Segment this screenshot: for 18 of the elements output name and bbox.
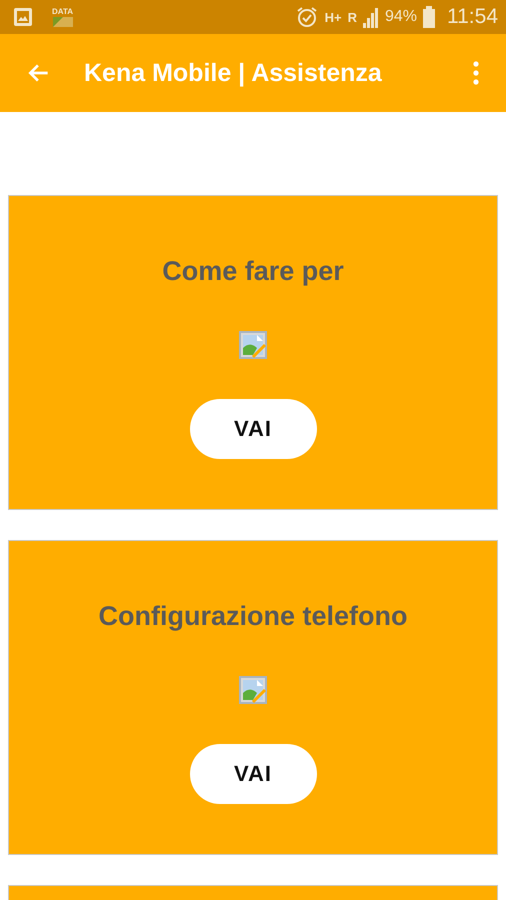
broken-image-icon xyxy=(239,331,267,359)
clock: 11:54 xyxy=(447,5,498,29)
battery-percent: 94% xyxy=(384,8,417,26)
card-title: Configurazione telefono xyxy=(98,601,408,632)
card-title: Come fare per xyxy=(162,256,344,287)
data-label: DATA xyxy=(52,7,74,16)
app-title: Kena Mobile | Assistenza xyxy=(84,58,383,88)
gallery-icon xyxy=(12,6,34,28)
go-button[interactable]: VAI xyxy=(190,744,316,804)
signal-icon xyxy=(362,6,379,28)
go-button[interactable]: VAI xyxy=(190,399,316,459)
roaming-indicator: R xyxy=(348,10,357,24)
overflow-menu-icon[interactable] xyxy=(472,60,480,86)
data-flag-icon xyxy=(52,17,73,27)
alarm-icon xyxy=(294,5,319,29)
battery-icon xyxy=(423,6,435,28)
network-type: H+ xyxy=(324,10,342,24)
broken-image-icon xyxy=(239,676,267,704)
